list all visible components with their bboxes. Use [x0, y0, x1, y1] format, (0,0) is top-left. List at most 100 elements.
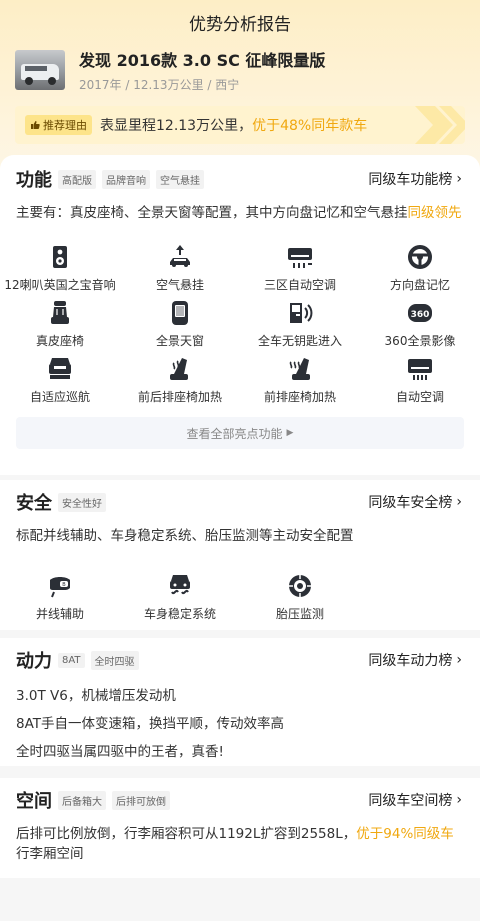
feature-item: 车身稳定系统	[120, 572, 240, 628]
car-meta: 2017年 / 12.13万公里 / 西宁	[79, 78, 240, 92]
feature-label: 并线辅助	[35, 607, 84, 621]
feature-label: 360全景影像	[384, 334, 456, 348]
recommend-highlight: 优于48%同年款车	[252, 118, 368, 134]
feature-label: 胎压监测	[275, 607, 324, 621]
power-rank-label: 同级车动力榜	[368, 653, 453, 669]
safety-section: 安全 安全性好 同级车安全榜 › 标配并线辅助、车身稳定系统、胎压监测等主动安全配…	[0, 480, 480, 630]
recommend-tag: 推荐理由	[25, 115, 92, 135]
power-chip: 全时四驱	[90, 650, 139, 670]
power-rank-link[interactable]: 同级车动力榜 ›	[368, 650, 462, 670]
power-lines: 3.0T V6，机械增压发动机 8AT手自一体变速箱，换挡平顺，传动效率高 全时…	[16, 686, 464, 762]
function-title: 功能	[16, 170, 52, 191]
car-thumbnail	[15, 50, 65, 90]
auto-ac-icon	[408, 359, 432, 380]
feature-label: 12喇叭英国之宝音响	[4, 278, 116, 292]
function-chip: 品牌音响	[102, 169, 150, 189]
feature-item: 360 360全景影像	[360, 299, 480, 355]
feature-label: 方向盘记忆	[389, 278, 450, 292]
feature-item: 方向盘记忆	[360, 243, 480, 299]
keyless-entry-icon	[290, 303, 313, 323]
feature-label: 三区自动空调	[263, 278, 336, 292]
car-summary[interactable]: 发现 2016款 3.0 SC 征峰限量版 2017年 / 12.13万公里 /…	[15, 50, 465, 96]
panoramic-sunroof-icon	[172, 301, 188, 325]
feature-item: B 并线辅助	[0, 572, 120, 628]
safety-rank-label: 同级车安全榜	[368, 495, 453, 511]
feature-item: 真皮座椅	[0, 299, 120, 355]
lane-assist-icon: B	[50, 577, 70, 598]
adaptive-cruise-icon	[49, 358, 71, 379]
function-chip: 空气悬挂	[156, 169, 204, 189]
space-title: 空间	[16, 791, 52, 812]
space-rank-label: 同级车空间榜	[368, 793, 453, 809]
feature-label: 前后排座椅加热	[137, 390, 222, 404]
function-feature-grid: 12喇叭英国之宝音响 空气悬挂 三区自动空调 方向盘记忆 真皮座椅 全景天窗 全…	[0, 243, 480, 411]
feature-label: 车身稳定系统	[143, 607, 216, 621]
safety-rank-link[interactable]: 同级车安全榜 ›	[368, 492, 462, 512]
svg-text:B: B	[62, 582, 66, 588]
air-suspension-icon	[170, 245, 190, 267]
power-line: 3.0T V6，机械增压发动机	[16, 688, 176, 704]
safety-chip: 安全性好	[58, 492, 106, 512]
speaker-icon	[53, 246, 67, 268]
function-rank-label: 同级车功能榜	[368, 172, 453, 188]
feature-label: 真皮座椅	[35, 334, 84, 348]
function-rank-link[interactable]: 同级车功能榜 ›	[368, 169, 462, 189]
safety-summary: 标配并线辅助、车身稳定系统、胎压监测等主动安全配置	[16, 528, 354, 544]
power-chip: 8AT	[58, 652, 85, 668]
seat-heating-icon	[170, 358, 188, 380]
chevron-right-icon: ›	[456, 494, 462, 510]
feature-item: 自适应巡航	[0, 355, 120, 411]
space-chip: 后备箱大	[58, 790, 106, 810]
recommend-text: 表显里程12.13万公里，优于48%同年款车	[100, 115, 367, 135]
feature-label: 全车无钥匙进入	[257, 334, 342, 348]
camera-360-icon: 360	[408, 304, 432, 322]
feature-item: 前后排座椅加热	[120, 355, 240, 411]
power-line: 全时四驱当属四驱中的王者，真香!	[16, 744, 224, 760]
recommend-tag-label: 推荐理由	[43, 119, 87, 132]
feature-item: 全景天窗	[120, 299, 240, 355]
feature-item: 自动空调	[360, 355, 480, 411]
space-summary-highlight: 优于94%同级车	[356, 826, 454, 842]
feature-item: 12喇叭英国之宝音响	[0, 243, 120, 299]
function-chip: 高配版	[58, 169, 96, 189]
power-section: 动力 8AT 全时四驱 同级车动力榜 › 3.0T V6，机械增压发动机 8AT手…	[0, 638, 480, 766]
tire-pressure-icon	[289, 575, 311, 597]
front-seat-heating-icon	[289, 358, 310, 380]
view-all-features-button[interactable]: 查看全部亮点功能 ▶	[16, 417, 464, 449]
feature-label: 自适应巡航	[29, 390, 90, 404]
view-all-label: 查看全部亮点功能	[186, 426, 283, 441]
space-rank-link[interactable]: 同级车空间榜 ›	[368, 790, 462, 810]
feature-label: 全景天窗	[155, 334, 204, 348]
chevron-decoration-icon	[415, 106, 465, 144]
svg-text:360: 360	[411, 310, 430, 320]
leather-seat-icon	[51, 301, 69, 324]
steering-memory-icon	[408, 245, 432, 269]
power-line: 8AT手自一体变速箱，换挡平顺，传动效率高	[16, 716, 285, 732]
triangle-right-icon: ▶	[286, 428, 294, 438]
feature-item: 胎压监测	[240, 572, 360, 628]
space-summary: 后排可比例放倒，行李厢容积可从1192L扩容到2558L，优于94%同级车行李厢…	[16, 824, 464, 864]
safety-title: 安全	[16, 493, 52, 514]
feature-item: 前排座椅加热	[240, 355, 360, 411]
space-summary-tail: 行李厢空间	[16, 846, 84, 862]
thumbs-up-icon	[31, 121, 40, 129]
feature-item: 三区自动空调	[240, 243, 360, 299]
space-summary-text: 后排可比例放倒，行李厢容积可从1192L扩容到2558L，	[16, 826, 357, 842]
function-summary-text: 主要有：真皮座椅、全景天窗等配置，其中方向盘记忆和空气悬挂	[16, 205, 408, 221]
tri-zone-ac-icon	[288, 248, 312, 268]
feature-label: 前排座椅加热	[263, 390, 336, 404]
car-name: 发现 2016款 3.0 SC 征峰限量版	[79, 51, 326, 70]
stability-icon	[170, 575, 190, 595]
feature-label: 空气悬挂	[155, 278, 204, 292]
power-title: 动力	[16, 651, 52, 672]
recommend-reason-bar: 推荐理由 表显里程12.13万公里，优于48%同年款车	[15, 106, 465, 144]
function-summary-highlight: 同级领先	[407, 205, 462, 221]
chevron-right-icon: ›	[456, 171, 462, 187]
feature-item: 空气悬挂	[120, 243, 240, 299]
function-summary: 主要有：真皮座椅、全景天窗等配置，其中方向盘记忆和空气悬挂同级领先	[16, 203, 464, 223]
chevron-right-icon: ›	[456, 792, 462, 808]
chevron-right-icon: ›	[456, 652, 462, 668]
space-section: 空间 后备箱大 后排可放倒 同级车空间榜 › 后排可比例放倒，行李厢容积可从119…	[0, 778, 480, 878]
safety-feature-grid: B 并线辅助 车身稳定系统 胎压监测	[0, 572, 480, 628]
recommend-mileage: 表显里程12.13万公里，	[100, 118, 253, 134]
